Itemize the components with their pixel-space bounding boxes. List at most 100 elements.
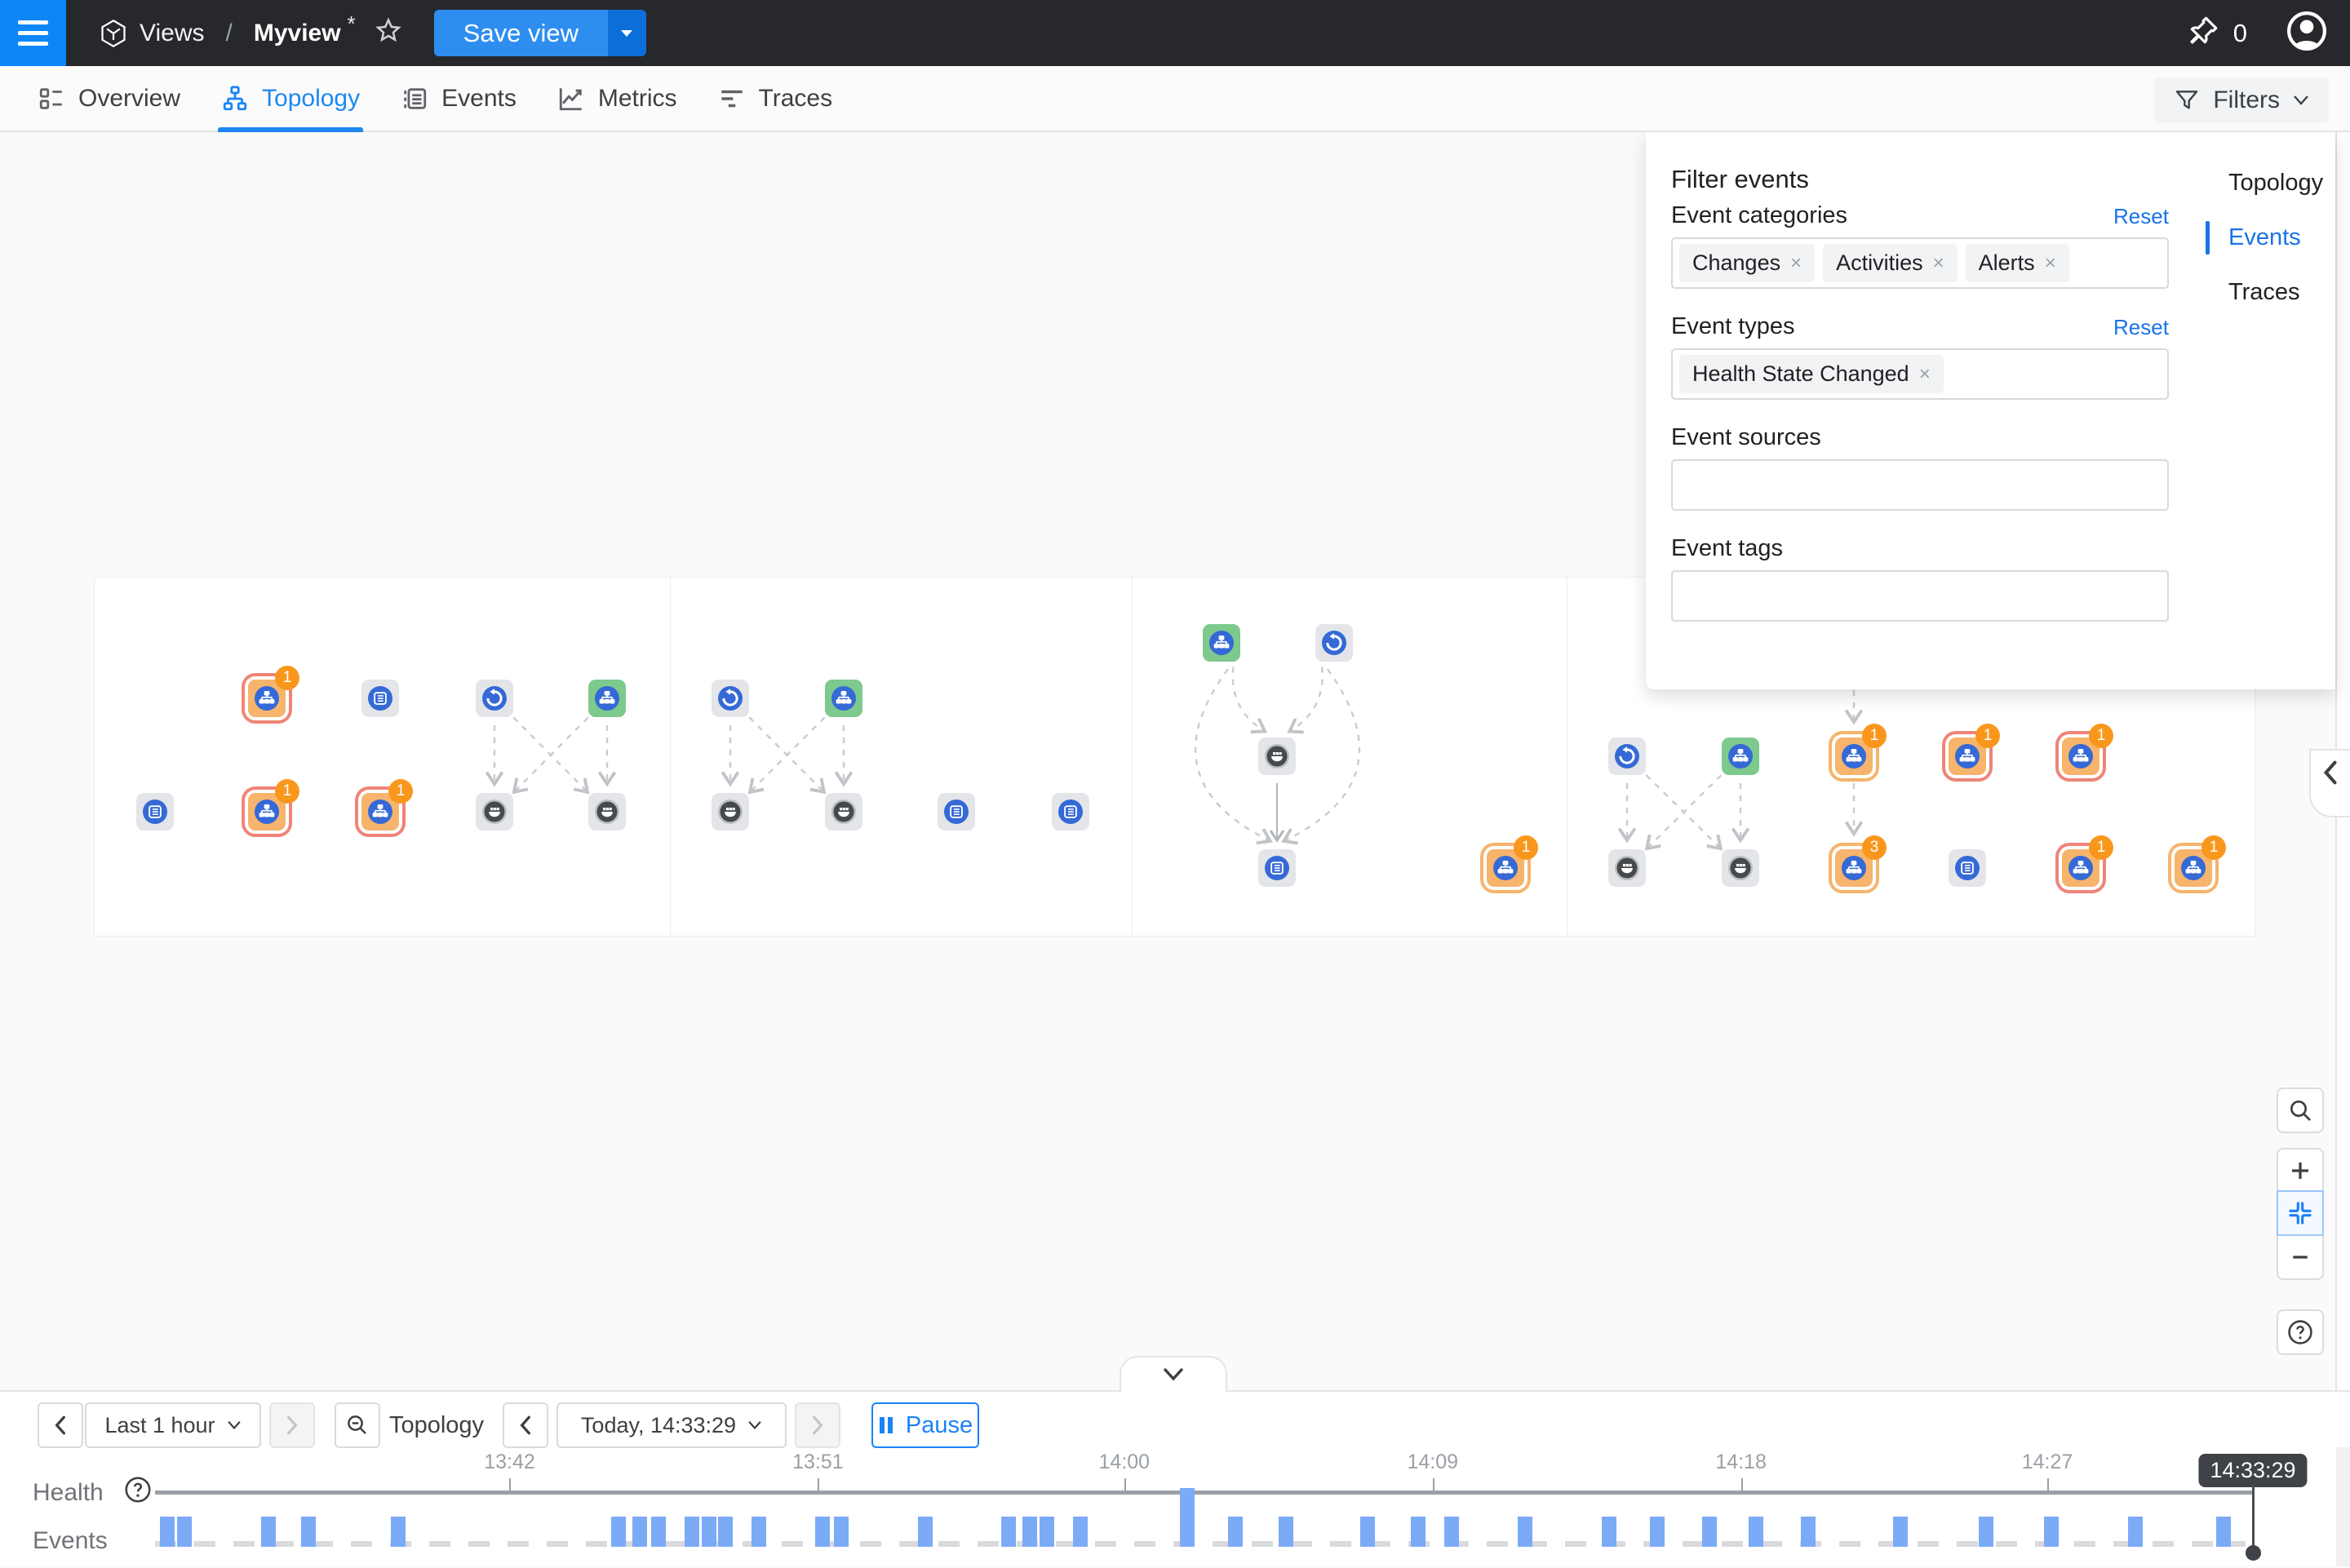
filter-chip-label: Health State Changed (1692, 361, 1909, 387)
topology-node[interactable]: 1 (2062, 849, 2099, 887)
time-axis-tick-label: 14:27 (2022, 1451, 2073, 1474)
topology-node[interactable]: 1 (1487, 849, 1524, 887)
health-help-icon[interactable] (123, 1475, 153, 1511)
unsaved-indicator: * (348, 11, 356, 37)
event-count-badge: 1 (1975, 724, 2000, 748)
timeline-bar: Last 1 hour Topology Today, 14:33:29 Pau… (0, 1390, 2350, 1566)
pin-icon[interactable] (2186, 14, 2220, 52)
filter-panel-side-nav: Topology Events Traces (2212, 170, 2334, 334)
breadcrumb-views[interactable]: Views (140, 20, 204, 47)
event-bar (2128, 1517, 2143, 1547)
time-axis-tick-label: 13:42 (484, 1451, 535, 1474)
topology-node[interactable] (825, 680, 862, 717)
topology-node[interactable] (1949, 849, 1986, 887)
topology-node[interactable]: 1 (248, 680, 286, 717)
save-view-button[interactable]: Save view (434, 10, 608, 56)
event-bar (718, 1517, 733, 1547)
expand-panel-handle[interactable] (2309, 749, 2350, 817)
event-bar (1749, 1517, 1763, 1547)
tab-traces[interactable]: Traces (715, 66, 836, 131)
topology-node[interactable] (361, 680, 399, 717)
panel-nav-events[interactable]: Events (2212, 224, 2334, 251)
event-bar (1040, 1517, 1054, 1547)
topology-node[interactable]: 3 (1835, 849, 1873, 887)
event-types-reset-link[interactable]: Reset (2113, 315, 2169, 340)
zoom-out-button[interactable] (2277, 1234, 2324, 1280)
grid-icon (368, 686, 392, 711)
filter-panel: Filter events Event categoriesResetChang… (1646, 132, 2335, 689)
topology-node[interactable] (588, 680, 626, 717)
topology-node[interactable]: 1 (361, 793, 399, 831)
chip-remove-icon[interactable]: × (1790, 252, 1802, 275)
event-bar (2044, 1517, 2059, 1547)
map-search-button[interactable] (2277, 1087, 2324, 1133)
topology-node[interactable]: 1 (248, 793, 286, 831)
topology-node[interactable] (588, 793, 626, 831)
topology-node[interactable]: 1 (2062, 737, 2099, 775)
event-bar (1650, 1517, 1665, 1547)
time-range-back-button[interactable] (38, 1402, 83, 1448)
user-avatar[interactable] (2286, 11, 2327, 55)
refresh-icon (482, 686, 507, 711)
tab-topology[interactable]: Topology (218, 66, 363, 131)
chip-remove-icon[interactable]: × (1919, 363, 1931, 386)
event-bar (1893, 1517, 1908, 1547)
favorite-star-icon[interactable] (374, 16, 403, 50)
topology-node[interactable] (1608, 849, 1646, 887)
event-tags-input[interactable] (1671, 570, 2169, 622)
topology-node[interactable] (476, 680, 513, 717)
topology-node[interactable]: 1 (1949, 737, 1986, 775)
event-bar (1022, 1517, 1037, 1547)
menu-icon[interactable] (0, 0, 66, 66)
help-button[interactable] (2277, 1309, 2324, 1355)
topology-node[interactable] (938, 793, 975, 831)
topology-node[interactable] (1722, 737, 1759, 775)
collapse-timeline-handle[interactable] (1120, 1356, 1227, 1392)
chip-remove-icon[interactable]: × (1933, 252, 1944, 275)
panel-nav-topology[interactable]: Topology (2212, 170, 2334, 197)
refresh-icon (1322, 631, 1346, 655)
filter-chip-label: Changes (1692, 250, 1780, 276)
event-categories-reset-link[interactable]: Reset (2113, 204, 2169, 229)
breadcrumb-view-name: Myview (254, 20, 341, 47)
zoom-in-button[interactable] (2277, 1148, 2324, 1194)
event-bar (391, 1517, 406, 1547)
topology-node[interactable]: 1 (1835, 737, 1873, 775)
event-bar (815, 1517, 830, 1547)
topology-node[interactable] (712, 680, 749, 717)
tab-events[interactable]: Events (397, 66, 520, 131)
chip-remove-icon[interactable]: × (2045, 252, 2056, 275)
topology-node[interactable] (1258, 849, 1296, 887)
topology-node[interactable]: 1 (2175, 849, 2212, 887)
timeline-track[interactable]: 14:33:29 13:4213:5114:0014:0914:1814:27 (155, 1392, 2253, 1568)
tab-overview[interactable]: Overview (34, 66, 184, 131)
filter-chip-label: Alerts (1979, 250, 2035, 276)
topology-node[interactable] (1052, 793, 1089, 831)
event-count-badge: 1 (2089, 724, 2113, 748)
event-categories-input[interactable]: Changes×Activities×Alerts× (1671, 237, 2169, 289)
topology-node[interactable] (1722, 849, 1759, 887)
event-types-input[interactable]: Health State Changed × (1671, 348, 2169, 400)
topology-node[interactable] (136, 793, 174, 831)
topology-node[interactable] (1315, 624, 1353, 662)
event-bar (1073, 1517, 1088, 1547)
filters-button[interactable]: Filters (2154, 78, 2329, 123)
topology-node[interactable] (712, 793, 749, 831)
tab-metrics[interactable]: Metrics (554, 66, 681, 131)
topology-node[interactable] (476, 793, 513, 831)
event-bar (611, 1517, 626, 1547)
save-view-dropdown-caret[interactable] (608, 10, 646, 56)
topology-node[interactable] (1203, 624, 1240, 662)
filter-chip: Alerts × (1966, 244, 2069, 282)
topology-node[interactable] (1258, 737, 1296, 775)
time-marker-handle[interactable] (2246, 1545, 2261, 1561)
event-bar (1411, 1517, 1426, 1547)
event-count-badge: 1 (388, 779, 413, 804)
topology-node[interactable] (1608, 737, 1646, 775)
event-sources-input[interactable] (1671, 459, 2169, 511)
fit-to-screen-button[interactable] (2277, 1190, 2324, 1236)
event-bar (632, 1517, 647, 1547)
topology-node[interactable] (825, 793, 862, 831)
panel-nav-traces[interactable]: Traces (2212, 279, 2334, 306)
topology-edge (1289, 667, 1322, 731)
